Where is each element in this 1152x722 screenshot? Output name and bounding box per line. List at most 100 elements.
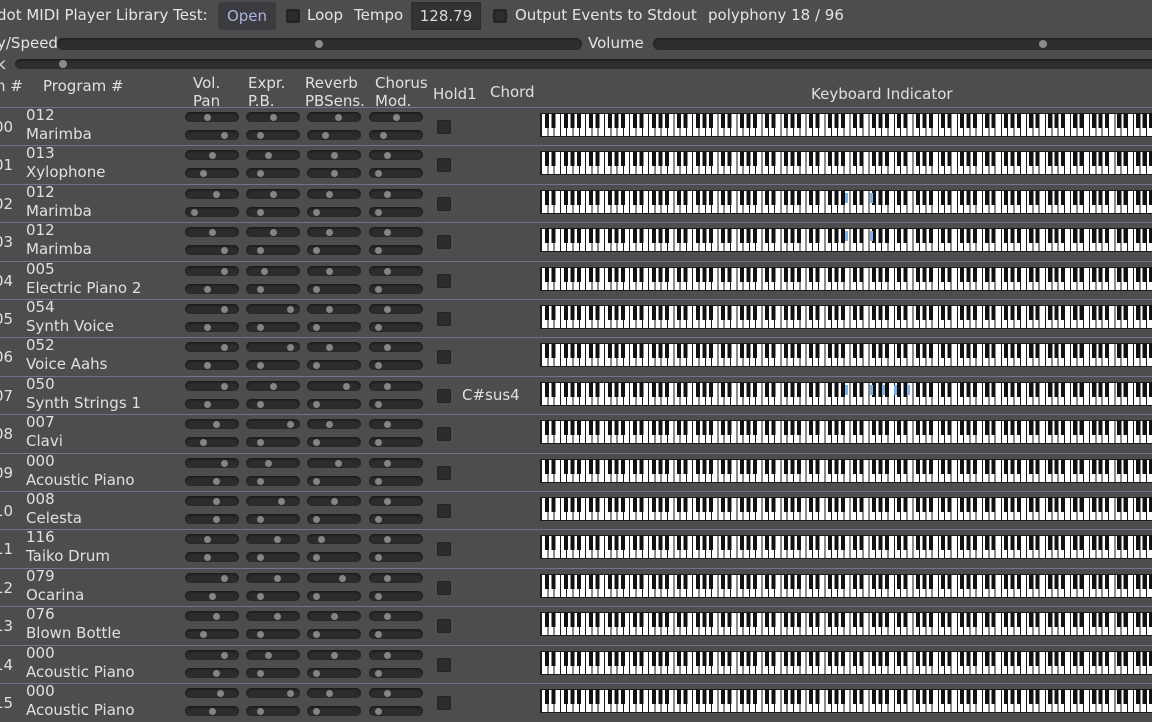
expr-slider-grabber[interactable] bbox=[286, 690, 294, 697]
expr-slider-grabber[interactable] bbox=[265, 152, 273, 160]
speed-slider[interactable] bbox=[57, 38, 582, 50]
tempo-field[interactable]: 128.79 bbox=[411, 2, 481, 30]
chorus-slider[interactable] bbox=[369, 188, 423, 199]
vol-slider[interactable] bbox=[185, 150, 239, 161]
reverb-slider[interactable] bbox=[307, 457, 361, 468]
reverb-slider[interactable] bbox=[307, 688, 361, 698]
vol-slider-grabber[interactable] bbox=[212, 190, 220, 198]
seek-slider[interactable] bbox=[15, 59, 1152, 69]
vol-slider-grabber[interactable] bbox=[204, 114, 212, 121]
vol-slider[interactable] bbox=[185, 457, 239, 468]
reverb-slider[interactable] bbox=[307, 496, 361, 506]
pan-slider[interactable] bbox=[185, 283, 239, 294]
expr-slider[interactable] bbox=[246, 188, 300, 199]
pb-slider[interactable] bbox=[246, 283, 300, 294]
pan-slider-grabber[interactable] bbox=[212, 477, 220, 485]
chorus-slider[interactable] bbox=[369, 688, 423, 698]
pbsens-slider-grabber[interactable] bbox=[313, 592, 321, 600]
pb-slider[interactable] bbox=[246, 168, 300, 179]
pan-slider[interactable] bbox=[185, 398, 239, 409]
pb-slider[interactable] bbox=[246, 629, 300, 640]
reverb-slider[interactable] bbox=[307, 649, 361, 660]
pbsens-slider[interactable] bbox=[307, 283, 361, 294]
reverb-slider-grabber[interactable] bbox=[317, 536, 325, 544]
pbsens-slider-grabber[interactable] bbox=[313, 400, 321, 408]
mod-slider[interactable] bbox=[369, 590, 423, 601]
pan-slider[interactable] bbox=[185, 130, 239, 140]
chorus-slider[interactable] bbox=[369, 342, 423, 353]
hold1-checkbox[interactable] bbox=[437, 696, 451, 710]
chorus-slider[interactable] bbox=[369, 304, 423, 314]
pbsens-slider-grabber[interactable] bbox=[313, 554, 321, 562]
pan-slider-grabber[interactable] bbox=[212, 669, 220, 677]
pan-slider[interactable] bbox=[185, 514, 239, 524]
chorus-slider-grabber[interactable] bbox=[383, 229, 391, 237]
output-stdout-checkbox[interactable] bbox=[493, 9, 507, 23]
pan-slider[interactable] bbox=[185, 168, 239, 179]
expr-slider-grabber[interactable] bbox=[269, 114, 277, 121]
mod-slider[interactable] bbox=[369, 514, 423, 524]
mod-slider[interactable] bbox=[369, 629, 423, 640]
pbsens-slider[interactable] bbox=[307, 706, 361, 716]
chorus-slider-grabber[interactable] bbox=[383, 190, 391, 198]
mod-slider-grabber[interactable] bbox=[375, 400, 383, 408]
reverb-slider-grabber[interactable] bbox=[334, 459, 342, 467]
expr-slider[interactable] bbox=[246, 112, 300, 122]
vol-slider-grabber[interactable] bbox=[221, 459, 229, 467]
chorus-slider[interactable] bbox=[369, 380, 423, 391]
pb-slider[interactable] bbox=[246, 590, 300, 601]
vol-slider-grabber[interactable] bbox=[221, 382, 229, 390]
pb-slider-grabber[interactable] bbox=[256, 324, 264, 331]
pb-slider[interactable] bbox=[246, 322, 300, 332]
expr-slider-grabber[interactable] bbox=[286, 344, 294, 352]
pbsens-slider[interactable] bbox=[307, 130, 361, 140]
expr-slider-grabber[interactable] bbox=[278, 498, 286, 505]
chorus-slider-grabber[interactable] bbox=[383, 152, 391, 160]
reverb-slider[interactable] bbox=[307, 150, 361, 161]
reverb-slider[interactable] bbox=[307, 611, 361, 622]
pan-slider-grabber[interactable] bbox=[208, 708, 216, 715]
expr-slider[interactable] bbox=[246, 534, 300, 545]
pbsens-slider-grabber[interactable] bbox=[321, 132, 329, 139]
pan-slider-grabber[interactable] bbox=[221, 247, 229, 255]
reverb-slider[interactable] bbox=[307, 188, 361, 199]
vol-slider[interactable] bbox=[185, 265, 239, 276]
pan-slider[interactable] bbox=[185, 206, 239, 217]
expr-slider-grabber[interactable] bbox=[265, 651, 273, 659]
chorus-slider-grabber[interactable] bbox=[392, 114, 400, 121]
pb-slider-grabber[interactable] bbox=[256, 708, 264, 715]
vol-slider-grabber[interactable] bbox=[204, 536, 212, 544]
pan-slider-grabber[interactable] bbox=[208, 592, 216, 600]
chorus-slider[interactable] bbox=[369, 265, 423, 276]
reverb-slider-grabber[interactable] bbox=[343, 382, 351, 390]
pb-slider[interactable] bbox=[246, 130, 300, 140]
chorus-slider[interactable] bbox=[369, 649, 423, 660]
chorus-slider-grabber[interactable] bbox=[383, 459, 391, 467]
pbsens-slider[interactable] bbox=[307, 667, 361, 678]
chorus-slider[interactable] bbox=[369, 572, 423, 583]
vol-slider-grabber[interactable] bbox=[208, 229, 216, 237]
mod-slider-grabber[interactable] bbox=[375, 324, 383, 331]
hold1-checkbox[interactable] bbox=[437, 504, 451, 518]
expr-slider-grabber[interactable] bbox=[273, 536, 281, 544]
pan-slider[interactable] bbox=[185, 360, 239, 371]
pbsens-slider[interactable] bbox=[307, 360, 361, 371]
pb-slider[interactable] bbox=[246, 245, 300, 256]
chorus-slider-grabber[interactable] bbox=[383, 536, 391, 544]
chorus-slider-grabber[interactable] bbox=[383, 498, 391, 505]
pb-slider[interactable] bbox=[246, 552, 300, 563]
expr-slider[interactable] bbox=[246, 611, 300, 622]
vol-slider[interactable] bbox=[185, 611, 239, 622]
mod-slider-grabber[interactable] bbox=[375, 170, 383, 178]
expr-slider[interactable] bbox=[246, 342, 300, 353]
pbsens-slider-grabber[interactable] bbox=[313, 631, 321, 639]
pan-slider[interactable] bbox=[185, 322, 239, 332]
pb-slider-grabber[interactable] bbox=[256, 554, 264, 562]
pb-slider-grabber[interactable] bbox=[256, 400, 264, 408]
volume-slider-grabber[interactable] bbox=[1039, 40, 1047, 48]
reverb-slider-grabber[interactable] bbox=[330, 651, 338, 659]
reverb-slider[interactable] bbox=[307, 419, 361, 430]
expr-slider-grabber[interactable] bbox=[273, 574, 281, 582]
hold1-checkbox[interactable] bbox=[437, 580, 451, 595]
pan-slider-grabber[interactable] bbox=[204, 362, 212, 370]
